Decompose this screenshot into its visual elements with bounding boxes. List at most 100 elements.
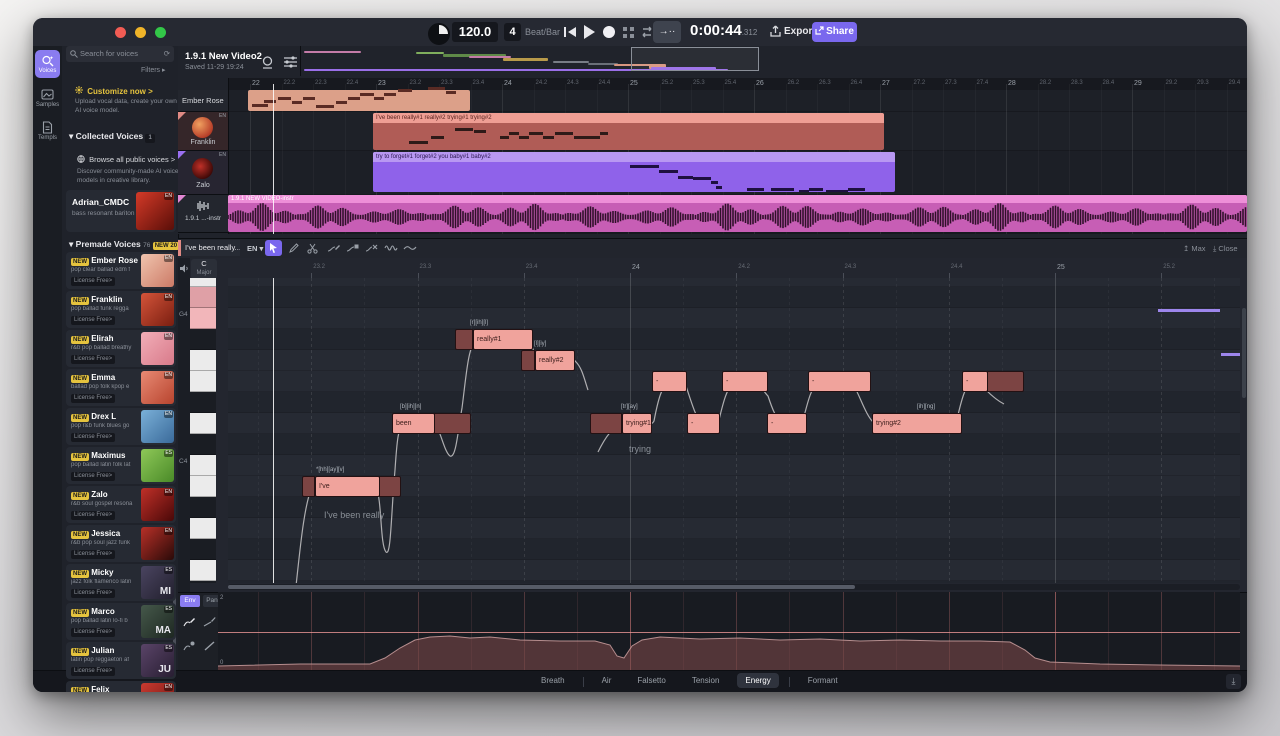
close-window-button[interactable] [115,27,126,38]
collected-voices-header[interactable]: ▾ Collected Voices 1 [69,131,155,143]
minimize-window-button[interactable] [135,27,146,38]
midi-note[interactable]: - [767,413,807,434]
energy-graph[interactable] [218,592,1240,670]
voice-card-micky[interactable]: NEW Mickyjazz folk flamenco latinLicense… [66,564,176,601]
rail-tab-voices[interactable]: Voices [35,50,60,78]
piano-key-fs3[interactable] [190,581,216,583]
pointer-tool-button[interactable] [265,240,282,256]
ruler-label[interactable]: 24 [632,264,640,271]
midi-note[interactable]: I've [315,476,380,497]
piano-key-e4[interactable] [190,371,216,392]
vibrato-tool-button[interactable] [383,240,399,256]
song-minimap[interactable] [300,46,761,76]
track-header-instrumental[interactable]: 1.9.1 ...-instr [178,195,228,233]
track-avatar[interactable] [192,117,213,138]
piano-key-c4[interactable] [190,455,216,476]
midi-note[interactable]: - [962,371,988,392]
midi-note[interactable]: really#1 [473,329,533,350]
metronome-icon[interactable] [428,23,450,45]
play-button[interactable] [584,25,595,39]
param-tab-breath[interactable]: Breath [533,673,573,688]
voice-card-franklin[interactable]: NEW Franklinpop ballad funk reggaLicense… [66,291,176,328]
param-tab-formant[interactable]: Formant [800,673,846,688]
collapse-panel-icon[interactable]: ⤓ [1226,674,1241,689]
ruler-label[interactable]: 23.4 [526,264,538,270]
voice-card-felix[interactable]: NEW FelixLicense Free>EN [66,681,176,692]
voice-card-drex-l[interactable]: NEW Drex Lpop r&b funk blues goLicense F… [66,408,176,445]
voice-card-zalo[interactable]: NEW Zalor&b soul gospel resonaLicense Fr… [66,486,176,523]
scissors-tool-button[interactable] [304,240,320,256]
playhead[interactable] [273,278,274,583]
piano-keyboard[interactable] [190,278,216,583]
refresh-icon[interactable]: ⟳ [164,46,170,62]
midi-note[interactable]: trying#2 [872,413,962,434]
smooth-tool-button[interactable] [402,240,418,256]
piano-key-fs4[interactable] [190,329,216,350]
midi-note[interactable]: - [652,371,687,392]
clip-franklin[interactable]: I've been really#1 really#2 trying#1 try… [373,113,884,150]
pitch-erase-tool-button[interactable] [364,240,380,256]
browse-public-voices-link[interactable]: Browse all public voices > [77,155,175,164]
step-sequencer-icon[interactable] [623,27,627,31]
voice-card-ember-rose[interactable]: NEW Ember Rosepop clear ballad edm fLice… [66,252,176,289]
voice-card-maximus[interactable]: NEW Maximuspop ballad latin folk latLice… [66,447,176,484]
ruler-label[interactable]: 25 [1057,264,1065,271]
playhead[interactable] [273,84,274,234]
ruler-label[interactable]: 23.3 [420,264,432,270]
piano-key-cs4[interactable] [190,434,216,455]
piano-roll-vscrollbar[interactable] [1242,308,1246,398]
zoom-window-button[interactable] [155,27,166,38]
ruler-label[interactable]: 24.2 [738,264,750,270]
piano-key-g3[interactable] [190,560,216,581]
speaker-icon[interactable] [180,264,189,273]
piano-key-a4[interactable] [190,278,216,287]
ruler-label[interactable]: 24.4 [951,264,963,270]
share-button[interactable]: Share [812,22,857,42]
clip-instrumental[interactable]: 1.9.1 NEW VIDEO-instr [228,195,1247,232]
track-avatar[interactable] [192,158,213,179]
param-erase-tool[interactable] [201,638,217,654]
clip-zalo[interactable]: try to forget#1 forget#2 you baby#1 baby… [373,152,895,192]
ruler-label[interactable]: 23.2 [313,264,325,270]
pencil-tool-button[interactable] [286,240,302,256]
param-draw-tool[interactable] [181,614,197,630]
piano-key-ds4[interactable] [190,392,216,413]
piano-key-gs4[interactable] [190,287,216,308]
voice-search-input[interactable]: Search for voices ⟳ [66,46,174,62]
param-tab-falsetto[interactable]: Falsetto [629,673,673,688]
param-tab-energy[interactable]: Energy [737,673,778,688]
pitch-anchor-tool-button[interactable] [345,240,361,256]
beats-per-bar[interactable]: 4 [504,23,521,41]
key-scale-selector[interactable]: C Major [191,259,217,279]
voice-card-emma[interactable]: NEW Emmaballad pop folk kpop eLicense Fr… [66,369,176,406]
clip-ember-rose[interactable] [248,90,470,111]
piano-key-gs3[interactable] [190,539,216,560]
param-anchor-tool[interactable] [181,638,197,654]
midi-note[interactable]: been [392,413,435,434]
record-button[interactable] [603,26,615,38]
rail-tab-templates[interactable]: Templs [35,117,60,145]
voice-card-julian[interactable]: NEW Julianlatin pop reggaeton afLicense … [66,642,176,679]
loop-icon[interactable] [640,26,654,38]
param-tab-air[interactable]: Air [594,673,620,688]
ruler-label[interactable]: 25.2 [1163,264,1175,270]
ruler-label[interactable]: 24.3 [845,264,857,270]
midi-note[interactable]: really#2 [535,350,575,371]
mixer-icon[interactable] [283,55,298,69]
gain-icon[interactable] [261,55,274,70]
premade-voices-header[interactable]: ▾ Premade Voices 76 NEW 20 [69,239,179,250]
time-display[interactable]: 0:00:44.312 [690,22,757,39]
lyric-language-selector[interactable]: EN ▾ [247,244,263,253]
pitch-draw-tool-button[interactable] [326,240,342,256]
track-header-zalo[interactable]: ENZalo [178,151,228,195]
close-editor-button[interactable]: ⤓ Close [1213,244,1238,254]
track-header-franklin[interactable]: ENFranklin [178,112,228,151]
maximize-editor-button[interactable]: ↥ Max [1183,244,1206,253]
param-tab-tension[interactable]: Tension [684,673,728,688]
midi-note[interactable]: - [808,371,871,392]
midi-note[interactable]: trying#1 [622,413,652,434]
track-header-ember-rose[interactable]: Ember Rose [178,90,228,112]
filters-button[interactable]: Filters ▸ [141,66,166,74]
midi-note[interactable]: - [687,413,720,434]
piano-roll-grid[interactable]: I've*[hh][ay][v]been[b][ih][n]really#1[r… [228,278,1240,583]
